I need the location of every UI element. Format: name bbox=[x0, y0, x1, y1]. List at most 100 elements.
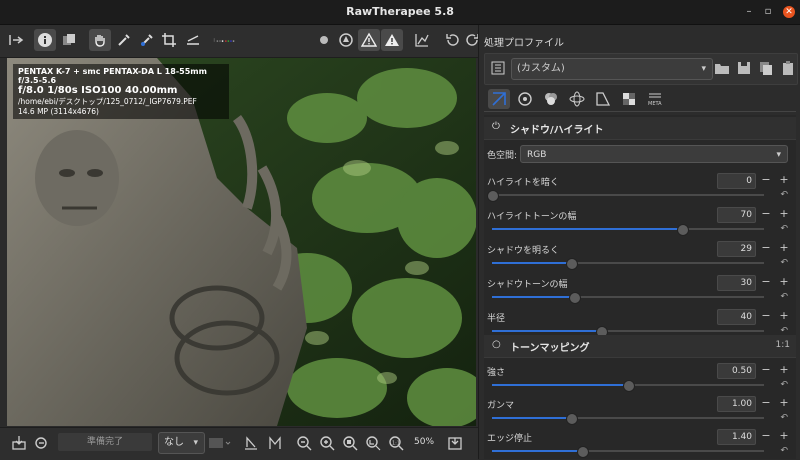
colorspace-select[interactable]: RGB ▾ bbox=[520, 145, 788, 163]
slider-value-input[interactable]: 0.50 bbox=[717, 363, 756, 379]
slider-track[interactable] bbox=[492, 258, 764, 270]
tab-advanced[interactable] bbox=[566, 89, 588, 109]
false-color-icon[interactable] bbox=[335, 29, 357, 51]
hand-tool-icon[interactable] bbox=[89, 29, 111, 51]
slider-handle[interactable] bbox=[677, 224, 690, 236]
gamut-check-icon[interactable] bbox=[264, 432, 286, 454]
decrement-button[interactable]: − bbox=[760, 363, 772, 377]
tab-transform[interactable] bbox=[592, 89, 614, 109]
zoom-out-icon[interactable] bbox=[293, 432, 315, 454]
power-off-icon[interactable]: ○ bbox=[492, 339, 501, 350]
tab-metadata[interactable]: META bbox=[644, 89, 666, 109]
tab-color[interactable] bbox=[540, 89, 562, 109]
svg-text:1:1: 1:1 bbox=[392, 441, 400, 447]
slider-fill bbox=[492, 384, 628, 386]
slider-value-input[interactable]: 1.00 bbox=[717, 396, 756, 412]
copy-profile-icon[interactable] bbox=[755, 57, 777, 79]
reset-icon[interactable]: ↶ bbox=[780, 258, 788, 268]
slider-handle[interactable] bbox=[576, 446, 589, 458]
slider-value-input[interactable]: 30 bbox=[717, 275, 756, 291]
profile-select[interactable]: (カスタム) ▾ bbox=[511, 58, 713, 80]
zoom-level: 50% bbox=[414, 437, 435, 447]
slider-value-input[interactable]: 1.40 bbox=[717, 429, 756, 445]
power-icon[interactable]: ⏻ bbox=[492, 121, 500, 132]
slider-track[interactable] bbox=[492, 446, 764, 458]
maximize-button[interactable]: ▫ bbox=[762, 6, 774, 18]
focus-mask-icon[interactable] bbox=[313, 29, 335, 51]
zoom-100-icon[interactable]: 1:1 bbox=[385, 432, 407, 454]
save-profile-icon[interactable] bbox=[733, 57, 755, 79]
slider-handle[interactable] bbox=[565, 413, 578, 425]
output-profile-select[interactable]: なし ▾ bbox=[158, 432, 205, 454]
tab-detail[interactable] bbox=[514, 89, 536, 109]
decrement-button[interactable]: − bbox=[760, 173, 772, 187]
straighten-icon[interactable] bbox=[182, 29, 204, 51]
slider-track[interactable] bbox=[492, 224, 764, 236]
toggle-left-panel-icon[interactable] bbox=[5, 29, 27, 51]
decrement-button[interactable]: − bbox=[760, 396, 772, 410]
tone-mapping-header[interactable]: ○ トーンマッピング 1:1 bbox=[484, 335, 796, 358]
tab-exposure[interactable] bbox=[488, 89, 510, 109]
paste-profile-icon[interactable] bbox=[777, 57, 799, 79]
increment-button[interactable]: + bbox=[778, 429, 790, 443]
close-button[interactable]: ✕ bbox=[783, 6, 795, 18]
save-image-icon[interactable] bbox=[8, 432, 30, 454]
reset-icon[interactable]: ↶ bbox=[780, 292, 788, 302]
crop-icon[interactable] bbox=[158, 29, 180, 51]
image-viewer[interactable]: PENTAX K-7 + smc PENTAX-DA L 18-55mm f/3… bbox=[7, 58, 476, 426]
decrement-button[interactable]: − bbox=[760, 207, 772, 221]
reset-icon[interactable]: ↶ bbox=[780, 380, 788, 390]
before-after-icon[interactable] bbox=[58, 29, 80, 51]
increment-button[interactable]: + bbox=[778, 241, 790, 255]
histogram-icon[interactable] bbox=[411, 29, 433, 51]
zoom-fit-crop-icon[interactable] bbox=[362, 432, 384, 454]
slider-track[interactable] bbox=[492, 326, 764, 338]
slider-value-input[interactable]: 29 bbox=[717, 241, 756, 257]
zoom-in-icon[interactable] bbox=[316, 432, 338, 454]
highlight-clipping-warning-icon[interactable] bbox=[381, 29, 403, 51]
slider-value-input[interactable]: 40 bbox=[717, 309, 756, 325]
increment-button[interactable]: + bbox=[778, 309, 790, 323]
minimize-button[interactable]: – bbox=[743, 6, 755, 18]
increment-button[interactable]: + bbox=[778, 396, 790, 410]
decrement-button[interactable]: − bbox=[760, 309, 772, 323]
shadow-clipping-warning-icon[interactable] bbox=[358, 29, 380, 51]
reset-icon[interactable]: ↶ bbox=[780, 224, 788, 234]
rotate-left-icon[interactable] bbox=[441, 29, 463, 51]
slider-handle[interactable] bbox=[623, 380, 635, 392]
slider-track[interactable] bbox=[492, 292, 764, 304]
slider-value-input[interactable]: 0 bbox=[717, 173, 756, 189]
increment-button[interactable]: + bbox=[778, 173, 790, 187]
reset-icon[interactable]: ↶ bbox=[780, 190, 788, 200]
increment-button[interactable]: + bbox=[778, 207, 790, 221]
decrement-button[interactable]: − bbox=[760, 241, 772, 255]
slider-handle[interactable] bbox=[565, 258, 578, 270]
decrement-button[interactable]: − bbox=[760, 275, 772, 289]
new-detail-window-icon[interactable] bbox=[444, 432, 466, 454]
profile-list-icon[interactable] bbox=[487, 57, 509, 79]
slider-value-input[interactable]: 70 bbox=[717, 207, 756, 223]
slider-handle[interactable] bbox=[568, 292, 581, 304]
reset-icon[interactable]: ↶ bbox=[780, 446, 788, 456]
soft-proof-icon[interactable] bbox=[240, 432, 262, 454]
color-picker-icon[interactable] bbox=[136, 29, 158, 51]
slider-track[interactable] bbox=[492, 380, 764, 392]
tool-panel-scroll[interactable]: ⏻ シャドウ/ハイライト 色空間: RGB ▾ ハイライトを暗く 0− + ↶ ハイライト… bbox=[484, 115, 796, 459]
preview-channel-icons[interactable] bbox=[213, 29, 235, 51]
gamut-select-icon[interactable] bbox=[205, 432, 235, 454]
slider-handle[interactable] bbox=[487, 190, 499, 202]
send-to-editor-icon[interactable] bbox=[30, 432, 52, 454]
increment-button[interactable]: + bbox=[778, 275, 790, 289]
white-balance-picker-icon[interactable] bbox=[113, 29, 135, 51]
processing-status: 準備完了 bbox=[58, 433, 152, 451]
decrement-button[interactable]: − bbox=[760, 429, 772, 443]
slider-track[interactable] bbox=[487, 190, 764, 202]
shadows-highlights-header[interactable]: ⏻ シャドウ/ハイライト bbox=[484, 117, 796, 140]
reset-icon[interactable]: ↶ bbox=[780, 413, 788, 423]
increment-button[interactable]: + bbox=[778, 363, 790, 377]
open-profile-icon[interactable] bbox=[711, 57, 733, 79]
info-icon[interactable] bbox=[34, 29, 56, 51]
tab-raw[interactable] bbox=[618, 89, 640, 109]
slider-track[interactable] bbox=[492, 413, 764, 425]
zoom-fit-icon[interactable] bbox=[339, 432, 361, 454]
